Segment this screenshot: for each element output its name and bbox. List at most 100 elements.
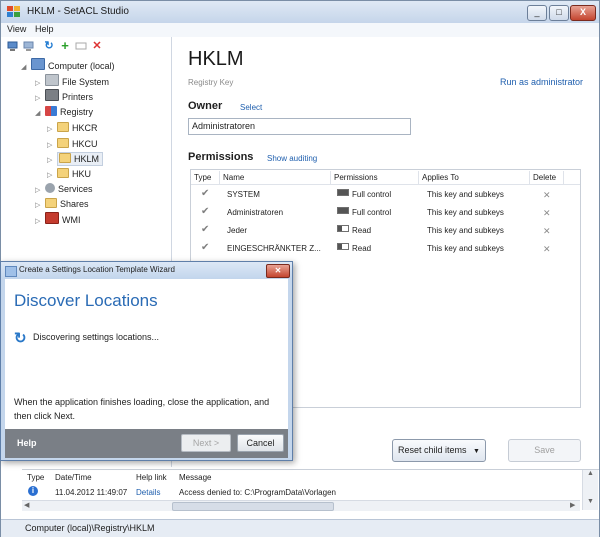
wizard-body: Discover Locations ↻ Discovering setting… (5, 279, 288, 429)
scroll-down-icon[interactable]: ▼ (583, 498, 598, 505)
permission-cell[interactable]: Read (337, 225, 371, 237)
column-header-applies-to[interactable]: Applies To (419, 171, 530, 184)
wizard-status: Discovering settings locations... (33, 332, 160, 342)
tree-item-hkcu[interactable]: ▷ HKCU (47, 137, 98, 151)
wizard-title: Create a Settings Location Template Wiza… (19, 265, 175, 274)
menu-help[interactable]: Help (35, 24, 54, 34)
log-panel: Type Date/Time Help link Message i 11.04… (22, 469, 599, 520)
column-header-type[interactable]: Type (191, 171, 220, 184)
scroll-left-icon[interactable]: ◀ (24, 501, 29, 509)
collapsed-arrow-icon[interactable]: ▷ (47, 139, 57, 153)
permission-label: Full control (352, 208, 392, 217)
refresh-icon[interactable]: ↻ (43, 40, 55, 52)
wizard-help-link[interactable]: Help (17, 438, 37, 448)
read-icon (337, 243, 349, 250)
maximize-button[interactable]: □ (549, 5, 569, 21)
rename-icon[interactable] (75, 40, 87, 52)
collapsed-arrow-icon[interactable]: ▷ (35, 199, 45, 213)
log-column-help-link[interactable]: Help link (136, 473, 167, 482)
wizard-close-button[interactable]: ✕ (266, 264, 290, 278)
collapsed-arrow-icon[interactable]: ▷ (47, 169, 57, 183)
expanded-arrow-icon[interactable]: ◢ (21, 61, 31, 75)
log-column-message[interactable]: Message (179, 473, 211, 482)
toolbox-icon (45, 212, 59, 224)
delete-icon[interactable]: ✕ (91, 40, 103, 52)
info-icon: i (28, 486, 38, 496)
column-header-name[interactable]: Name (220, 171, 331, 184)
page-title: HKLM (188, 48, 244, 70)
allow-check-icon: ✔ (201, 224, 210, 235)
applies-to-cell[interactable]: This key and subkeys (427, 189, 504, 201)
applies-to-cell[interactable]: This key and subkeys (427, 225, 504, 237)
tree-item-hku[interactable]: ▷ HKU (47, 167, 91, 181)
save-button[interactable]: Save (508, 439, 581, 462)
collapsed-arrow-icon[interactable]: ▷ (47, 123, 57, 137)
allow-check-icon: ✔ (201, 206, 210, 217)
applies-to-cell[interactable]: This key and subkeys (427, 207, 504, 219)
run-as-administrator-link[interactable]: Run as administrator (500, 77, 583, 87)
delete-icon[interactable]: ✕ (543, 189, 551, 201)
next-button[interactable]: Next > (181, 434, 231, 452)
column-header-delete[interactable]: Delete (530, 171, 564, 184)
folder-icon (57, 138, 69, 148)
owner-select-link[interactable]: Select (240, 103, 262, 112)
reset-child-items-button[interactable]: Reset child items ▼ (392, 439, 486, 462)
tree-item-printers[interactable]: ▷ Printers (35, 89, 93, 103)
wizard-dialog: Create a Settings Location Template Wiza… (0, 261, 293, 461)
log-column-datetime[interactable]: Date/Time (55, 473, 92, 482)
scroll-up-icon[interactable]: ▲ (583, 470, 598, 477)
delete-icon[interactable]: ✕ (543, 207, 551, 219)
computer-add-icon[interactable] (7, 40, 19, 52)
gear-icon (45, 183, 55, 193)
registry-icon (45, 106, 57, 116)
permission-label: Read (352, 244, 372, 253)
permission-cell[interactable]: Read (337, 243, 371, 255)
minimize-button[interactable]: _ (527, 5, 547, 21)
log-column-type[interactable]: Type (27, 473, 44, 482)
vertical-scrollbar[interactable]: ▲ ▼ (582, 470, 598, 510)
tree-item-hklm[interactable]: ▷ HKLM (47, 152, 104, 168)
collapsed-arrow-icon[interactable]: ▷ (47, 154, 57, 168)
menu-view[interactable]: View (7, 24, 26, 34)
applies-to-cell[interactable]: This key and subkeys (427, 243, 504, 255)
cancel-button[interactable]: Cancel (237, 434, 284, 452)
log-details-link[interactable]: Details (136, 488, 160, 497)
selected-node[interactable]: HKLM (57, 152, 104, 166)
show-auditing-link[interactable]: Show auditing (267, 154, 317, 163)
collapsed-arrow-icon[interactable]: ▷ (35, 184, 45, 198)
tree-label: Printers (62, 92, 94, 102)
collapsed-arrow-icon[interactable]: ▷ (35, 215, 45, 229)
tree-item-computer[interactable]: ◢ Computer (local) (21, 58, 115, 72)
menu-bar: View Help (1, 23, 599, 37)
dropdown-arrow-icon: ▼ (473, 448, 480, 455)
tree-item-wmi[interactable]: ▷ WMI (35, 212, 81, 226)
refresh-spinner-icon: ↻ (14, 330, 27, 347)
computer-icon (31, 58, 45, 70)
permissions-heading: Permissions (188, 151, 254, 163)
horizontal-scrollbar[interactable]: ◀ ▶ (22, 500, 580, 511)
tree-item-file-system[interactable]: ▷ File System (35, 74, 109, 88)
tree-label: HKLM (74, 154, 100, 164)
delete-icon[interactable]: ✕ (543, 243, 551, 255)
scroll-thumb[interactable] (172, 502, 334, 511)
column-header-permissions[interactable]: Permissions (331, 171, 419, 184)
status-path: Computer (local)\Registry\HKLM (25, 523, 155, 533)
permission-cell[interactable]: Full control (337, 207, 391, 219)
close-button[interactable]: X (570, 5, 596, 21)
delete-icon[interactable]: ✕ (543, 225, 551, 237)
permission-cell[interactable]: Full control (337, 189, 391, 201)
tree-item-registry[interactable]: ◢ Registry (35, 105, 93, 119)
tree-item-shares[interactable]: ▷ Shares (35, 197, 89, 211)
allow-check-icon: ✔ (201, 242, 210, 253)
tree-item-services[interactable]: ▷ Services (35, 182, 93, 196)
scroll-right-icon[interactable]: ▶ (570, 501, 575, 509)
full-control-icon (337, 207, 349, 214)
trustee-name: Administratoren (227, 208, 284, 217)
collapsed-arrow-icon[interactable]: ▷ (35, 92, 45, 106)
expanded-arrow-icon[interactable]: ◢ (35, 107, 45, 121)
add-icon[interactable]: + (59, 39, 71, 52)
folder-icon (59, 153, 71, 163)
tree-item-hkcr[interactable]: ▷ HKCR (47, 121, 98, 135)
owner-field[interactable]: Administratoren (188, 118, 411, 135)
computer-remove-icon[interactable] (23, 40, 35, 52)
